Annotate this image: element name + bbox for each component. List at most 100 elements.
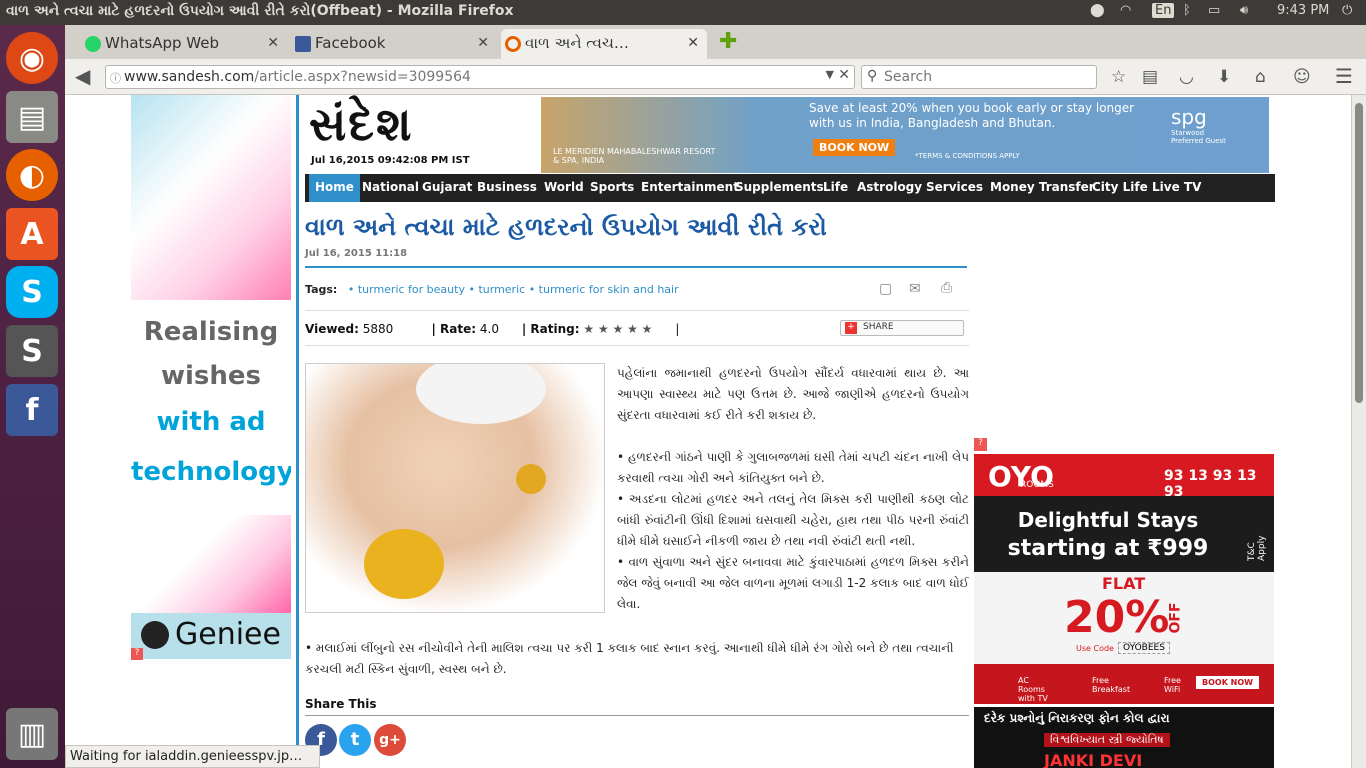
tab-whatsapp[interactable]: WhatsApp Web ✕: [81, 29, 287, 59]
share-twitter-icon[interactable]: t: [339, 724, 371, 756]
stop-icon[interactable]: ✕: [838, 67, 850, 83]
tag-link[interactable]: • turmeric: [468, 283, 525, 296]
home-icon[interactable]: ⌂: [1255, 67, 1266, 87]
top-ad-book-now-button[interactable]: BOOK NOW: [813, 139, 896, 156]
url-bar[interactable]: ⓘ www.sandesh.com/article.aspx?newsid=30…: [105, 65, 855, 89]
menu-national[interactable]: National: [362, 180, 419, 194]
geniee-ad[interactable]: Geniee: [131, 613, 291, 659]
tab-label: WhatsApp Web: [105, 34, 220, 52]
search-bar[interactable]: ⚲ Search: [861, 65, 1097, 89]
tab-label: Facebook: [315, 34, 386, 52]
back-icon[interactable]: ◀: [75, 64, 90, 88]
facebook-app-icon[interactable]: f: [6, 384, 58, 436]
rate-label: | Rate:: [431, 322, 477, 336]
print-icon[interactable]: ⎙: [941, 280, 952, 296]
tab-label: વાળ અને ત્વચ…: [525, 34, 629, 52]
share-googleplus-icon[interactable]: g+: [374, 724, 406, 756]
ad-info-icon[interactable]: ?: [974, 438, 987, 451]
stats-divider: [305, 345, 969, 346]
left-ad-line4: technology: [131, 457, 291, 487]
page-viewport: Realising wishes with ad technology Geni…: [65, 95, 1351, 768]
ad-info-icon[interactable]: ?: [131, 648, 143, 660]
search-icon: ⚲: [867, 68, 878, 84]
battery-icon[interactable]: ▭: [1208, 3, 1220, 18]
close-tab-icon[interactable]: ✕: [477, 35, 489, 51]
main-menu: Home National Gujarat Business World Spo…: [305, 174, 1275, 202]
share-button[interactable]: + SHARE: [840, 320, 964, 336]
close-tab-icon[interactable]: ✕: [687, 35, 699, 51]
menu-life[interactable]: Life: [823, 180, 848, 194]
site-datestamp: Jul 16,2015 09:42:08 PM IST: [311, 155, 470, 166]
menu-entertainment[interactable]: Entertainment: [641, 180, 739, 194]
rating-stars[interactable]: ★ ★ ★ ★ ★: [583, 322, 652, 336]
downloads-icon[interactable]: ⬇: [1217, 67, 1231, 87]
left-ad[interactable]: Realising wishes with ad technology: [131, 95, 291, 660]
trash-icon[interactable]: ▥: [6, 708, 58, 760]
oyo-code: OYOBEES: [1118, 642, 1170, 654]
reading-list-icon[interactable]: ▤: [1142, 67, 1158, 87]
site-info-icon[interactable]: ⓘ: [110, 70, 121, 86]
oyo-feature: Free WiFi: [1164, 676, 1181, 694]
tab-sandesh-active[interactable]: વાળ અને ત્વચ… ✕: [501, 29, 707, 59]
astro-name: JANKI DEVI: [1044, 751, 1143, 768]
ubuntu-dash-icon[interactable]: ◉: [6, 32, 58, 84]
power-icon[interactable]: ⏻: [1342, 3, 1352, 18]
article-intro: પહેલાંના જમાનાથી હળદરનો ઉપયોગ સૌંદર્ય વધ…: [617, 366, 969, 422]
article-bullet-wide: • મલાઈમાં લીંબુનો રસ નીચોવીને તેની માલિશ…: [305, 641, 954, 676]
share-plus-icon: +: [845, 322, 857, 334]
clock[interactable]: 9:43 PM: [1277, 3, 1329, 18]
wifi-icon[interactable]: ◠: [1120, 3, 1131, 18]
chat-icon[interactable]: ☺: [1293, 67, 1311, 87]
close-tab-icon[interactable]: ✕: [267, 35, 279, 51]
menu-services[interactable]: Services: [926, 180, 983, 194]
tag-link[interactable]: • turmeric for skin and hair: [529, 283, 679, 296]
menu-live-tv[interactable]: Live TV: [1152, 180, 1201, 194]
menu-world[interactable]: World: [544, 180, 584, 194]
tags-divider: [305, 310, 969, 311]
geniee-brand: Geniee: [175, 617, 281, 652]
site-logo[interactable]: સંદેશ: [309, 97, 529, 151]
rate-value: 4.0: [479, 322, 499, 336]
email-icon[interactable]: ✉: [909, 281, 921, 297]
menu-astrology[interactable]: Astrology: [857, 180, 922, 194]
headline-divider: [305, 266, 967, 268]
menu-gujarat[interactable]: Gujarat: [422, 180, 472, 194]
viewed-label: Viewed:: [305, 322, 359, 336]
files-icon[interactable]: ▤: [6, 91, 58, 143]
left-ad-graphic: [131, 95, 291, 300]
keyboard-layout[interactable]: En: [1152, 3, 1175, 18]
tag-link[interactable]: • turmeric for beauty: [348, 283, 465, 296]
menu-sports[interactable]: Sports: [590, 180, 634, 194]
menu-money-transfer[interactable]: Money Transfer: [990, 180, 1095, 194]
bluetooth-icon[interactable]: ᛒ: [1183, 3, 1191, 18]
oyo-line2: starting at ₹999: [1007, 536, 1209, 561]
update-icon[interactable]: ⬤: [1090, 3, 1105, 18]
sublime-text-icon[interactable]: S: [6, 325, 58, 377]
volume-icon[interactable]: 🔊︎: [1240, 3, 1248, 18]
menu-business[interactable]: Business: [477, 180, 537, 194]
astrology-ad[interactable]: દરેક પ્રશ્નોનું નિરાકરણ ફોન કોલ દ્વારા વ…: [974, 707, 1274, 768]
oyo-ad[interactable]: OYO ROOMS 93 13 93 13 93 Delightful Stay…: [974, 454, 1274, 709]
top-banner-ad[interactable]: Save at least 20% when you book early or…: [541, 97, 1269, 173]
menu-home[interactable]: Home: [309, 174, 360, 202]
menu-city-life[interactable]: City Life: [1092, 180, 1148, 194]
menu-supplements[interactable]: Supplements: [735, 180, 824, 194]
dropdown-icon[interactable]: ▼: [826, 68, 834, 81]
skype-icon[interactable]: S: [6, 266, 58, 318]
tab-facebook[interactable]: Facebook ✕: [291, 29, 497, 59]
oyo-book-now-button[interactable]: BOOK NOW: [1196, 676, 1260, 689]
firefox-icon[interactable]: ◐: [6, 149, 58, 201]
bookmark-star-icon[interactable]: ☆: [1111, 67, 1126, 87]
url-host: www.sandesh.com: [124, 69, 255, 85]
pocket-icon[interactable]: ◡: [1179, 67, 1194, 87]
vertical-scrollbar[interactable]: [1351, 95, 1366, 768]
viewed-count: 5880: [362, 322, 394, 336]
rating-label: | Rating:: [521, 322, 580, 336]
comment-icon[interactable]: ▢: [879, 281, 892, 297]
software-center-icon[interactable]: A: [6, 208, 58, 260]
new-tab-icon[interactable]: ✚: [719, 29, 737, 54]
top-ad-brand-sub: Starwood Preferred Guest: [1171, 129, 1226, 145]
scrollbar-thumb[interactable]: [1355, 103, 1363, 403]
menu-icon[interactable]: ☰: [1335, 64, 1353, 88]
article-bullet: • વાળ સુંવાળા અને સુંદર બનાવવા માટે કુંવ…: [617, 555, 969, 611]
